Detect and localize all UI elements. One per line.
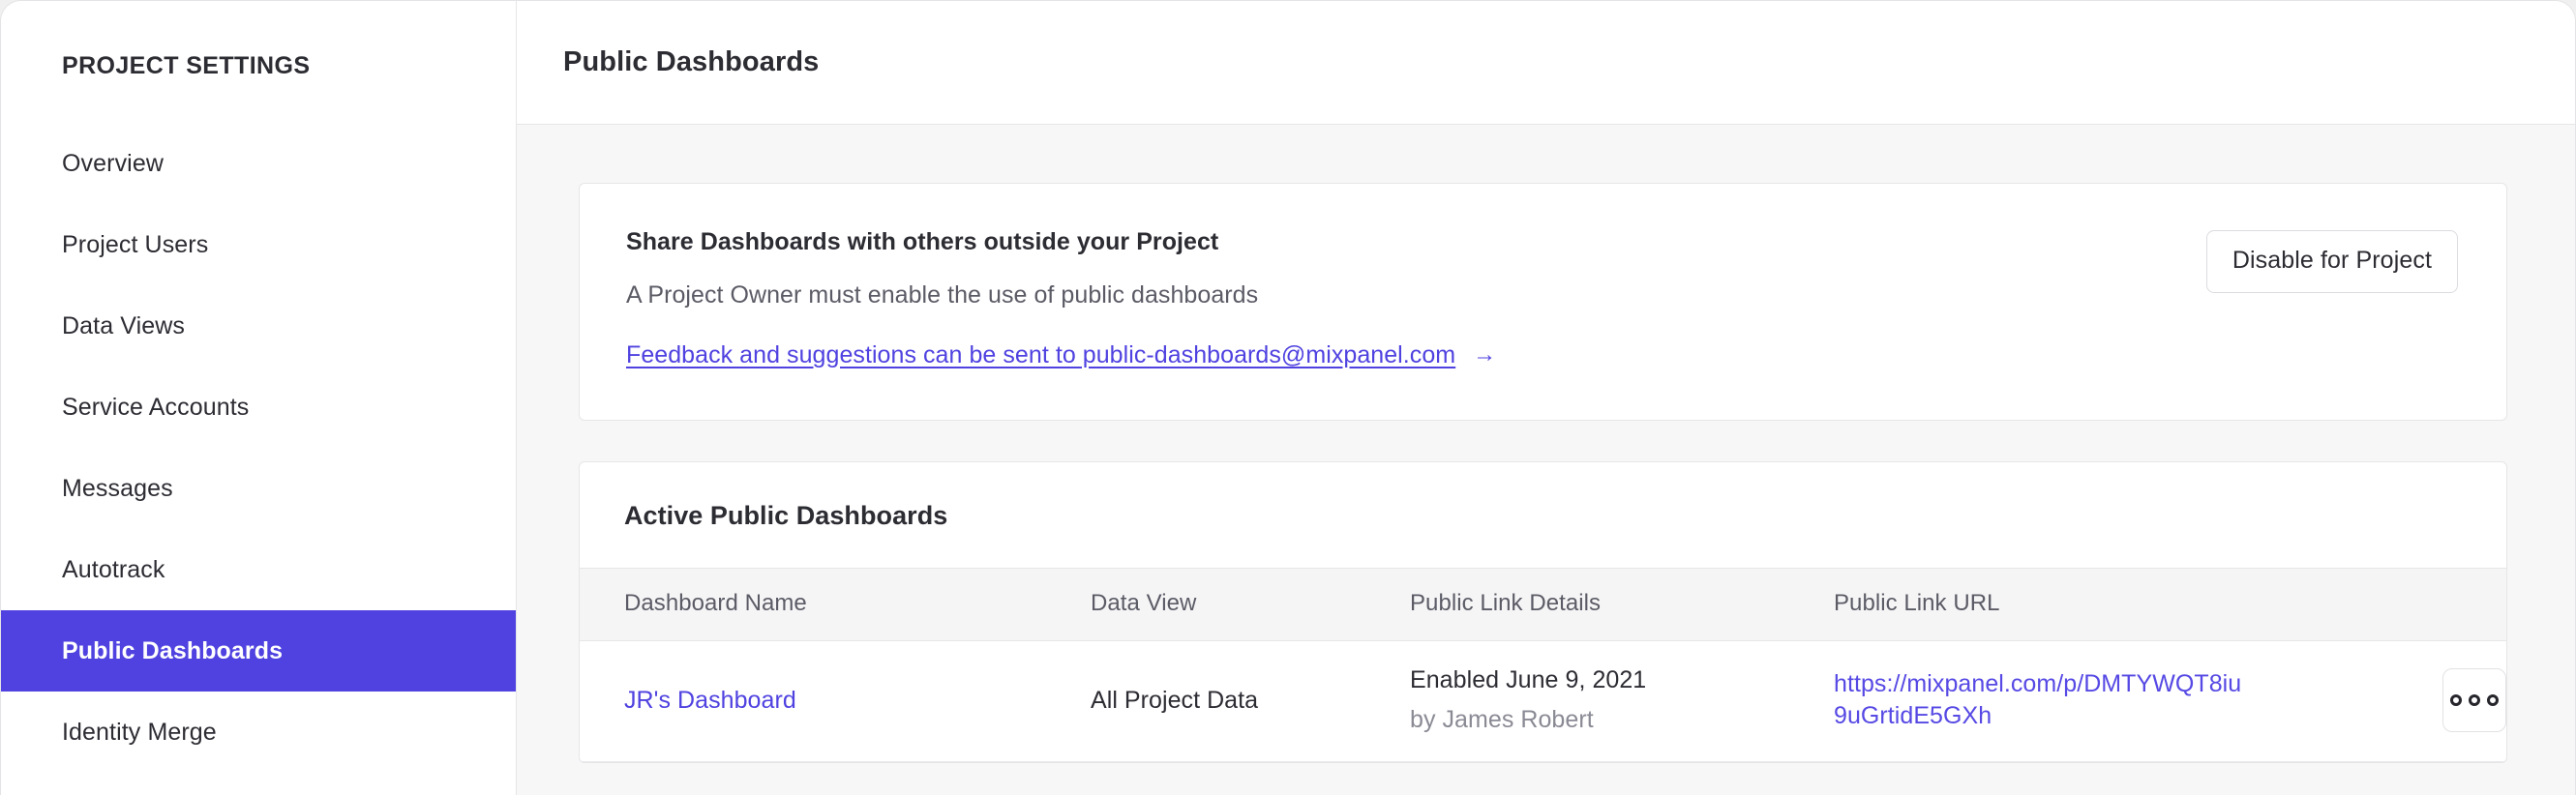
share-dashboards-card: Share Dashboards with others outside you… — [579, 183, 2507, 421]
column-header-data-view: Data View — [1091, 590, 1197, 616]
cell-public-link-details: Enabled June 9, 2021 by James Robert — [1410, 641, 1834, 762]
main-content: Public Dashboards Share Dashboards with … — [517, 1, 2575, 795]
feedback-link[interactable]: Feedback and suggestions can be sent to … — [626, 341, 1455, 369]
dots-horizontal-icon — [2487, 694, 2499, 706]
link-enabled-author: by James Robert — [1410, 706, 1594, 733]
dots-horizontal-icon — [2469, 694, 2480, 706]
dashboard-name-link[interactable]: JR's Dashboard — [624, 687, 796, 714]
table-header-row: Dashboard Name Data View Public Link Det… — [580, 568, 2506, 641]
cell-dashboard-name: JR's Dashboard — [580, 641, 1091, 762]
link-enabled-date: Enabled June 9, 2021 — [1410, 666, 1647, 693]
column-header-actions — [2332, 569, 2506, 641]
active-dashboards-title: Active Public Dashboards — [624, 501, 948, 530]
sidebar-item-data-views[interactable]: Data Views — [1, 285, 516, 367]
share-card-subtext: A Project Owner must enable the use of p… — [626, 281, 1259, 309]
sidebar-item-label: Messages — [62, 474, 173, 502]
row-options-button[interactable] — [2442, 668, 2506, 732]
project-settings-sidebar: PROJECT SETTINGS Overview Project Users … — [1, 1, 517, 795]
sidebar-item-autotrack[interactable]: Autotrack — [1, 529, 516, 610]
table-head: Dashboard Name Data View Public Link Det… — [580, 568, 2506, 641]
table-body: JR's Dashboard All Project Data Enabled … — [580, 641, 2506, 762]
disable-for-project-button[interactable]: Disable for Project — [2205, 230, 2458, 293]
sidebar-item-label: Project Users — [62, 230, 209, 258]
cell-row-actions — [2332, 641, 2506, 762]
sidebar-item-label: Service Accounts — [62, 393, 250, 421]
table-row: JR's Dashboard All Project Data Enabled … — [580, 641, 2506, 762]
sidebar-item-label: Identity Merge — [62, 718, 217, 746]
page-header: Public Dashboards — [517, 1, 2575, 125]
main-body: Share Dashboards with others outside you… — [517, 125, 2575, 795]
active-public-dashboards-card: Active Public Dashboards Dashboard Name … — [579, 461, 2507, 763]
sidebar-item-messages[interactable]: Messages — [1, 448, 516, 529]
sidebar-item-label: Data Views — [62, 311, 185, 339]
column-header-public-link-url: Public Link URL — [1834, 590, 2000, 616]
sidebar-item-overview[interactable]: Overview — [1, 123, 516, 204]
sidebar-item-project-users[interactable]: Project Users — [1, 204, 516, 285]
feedback-row: Feedback and suggestions can be sent to … — [626, 341, 1496, 369]
page-title: Public Dashboards — [563, 46, 820, 77]
share-card-heading: Share Dashboards with others outside you… — [626, 228, 1219, 255]
cell-public-link-url: https://mixpanel.com/p/DMTYWQT8iu9uGrtid… — [1834, 641, 2332, 762]
dots-horizontal-icon — [2450, 694, 2462, 706]
arrow-right-icon: → — [1473, 340, 1497, 368]
sidebar-item-service-accounts[interactable]: Service Accounts — [1, 367, 516, 448]
cell-data-view: All Project Data — [1091, 686, 1259, 714]
settings-window: PROJECT SETTINGS Overview Project Users … — [0, 0, 2576, 795]
sidebar-item-label: Public Dashboards — [62, 636, 284, 664]
column-header-dashboard-name: Dashboard Name — [624, 590, 807, 616]
sidebar-nav: Overview Project Users Data Views Servic… — [1, 123, 516, 773]
column-header-public-link-details: Public Link Details — [1410, 590, 1602, 616]
sidebar-item-identity-merge[interactable]: Identity Merge — [1, 692, 516, 773]
public-link-url[interactable]: https://mixpanel.com/p/DMTYWQT8iu9uGrtid… — [1834, 668, 2250, 732]
public-dashboards-table: Dashboard Name Data View Public Link Det… — [580, 568, 2506, 762]
sidebar-item-label: Autotrack — [62, 555, 165, 583]
sidebar-item-public-dashboards[interactable]: Public Dashboards — [1, 610, 516, 692]
sidebar-item-label: Overview — [62, 149, 164, 177]
sidebar-title: PROJECT SETTINGS — [62, 52, 311, 79]
share-card-texts: Share Dashboards with others outside you… — [626, 228, 1496, 369]
